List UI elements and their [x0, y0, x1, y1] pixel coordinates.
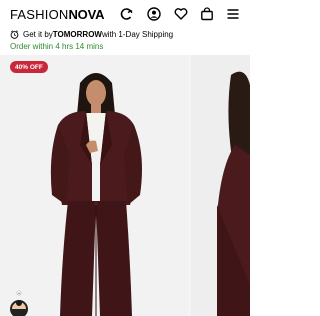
product-image-gallery[interactable]: 40% OFF +: [0, 55, 250, 316]
shipping-day: TOMORROW: [52, 30, 102, 39]
shipping-prefix: Get it by: [23, 30, 53, 39]
shipping-suffix: with 1-Day Shipping: [101, 30, 174, 39]
model-photo: [50, 73, 142, 316]
svg-text:+: +: [17, 291, 20, 296]
logo-fashion: FASHION: [10, 6, 69, 22]
discount-badge: 40% OFF: [10, 61, 48, 73]
assistant-widget-icon[interactable]: +: [9, 289, 29, 316]
menu-icon[interactable]: [226, 7, 240, 21]
bag-icon[interactable]: [200, 7, 214, 21]
order-window: Order within 4 hrs 14 mins: [10, 42, 104, 51]
brand-logo[interactable]: FASHION NOVA: [10, 6, 105, 22]
logo-nova: NOVA: [68, 6, 105, 22]
product-image-main[interactable]: 40% OFF: [0, 55, 188, 316]
clock-icon: [10, 30, 19, 39]
model-photo-side: [217, 71, 250, 316]
product-image-next[interactable]: [191, 55, 250, 316]
shipping-banner: Get it by TOMORROW with 1-Day Shipping: [10, 29, 173, 40]
top-header: FASHION NOVA: [0, 0, 250, 27]
heart-icon[interactable]: [174, 7, 188, 21]
sparkle-cart-icon[interactable]: [119, 7, 133, 21]
account-icon[interactable]: [147, 7, 161, 21]
